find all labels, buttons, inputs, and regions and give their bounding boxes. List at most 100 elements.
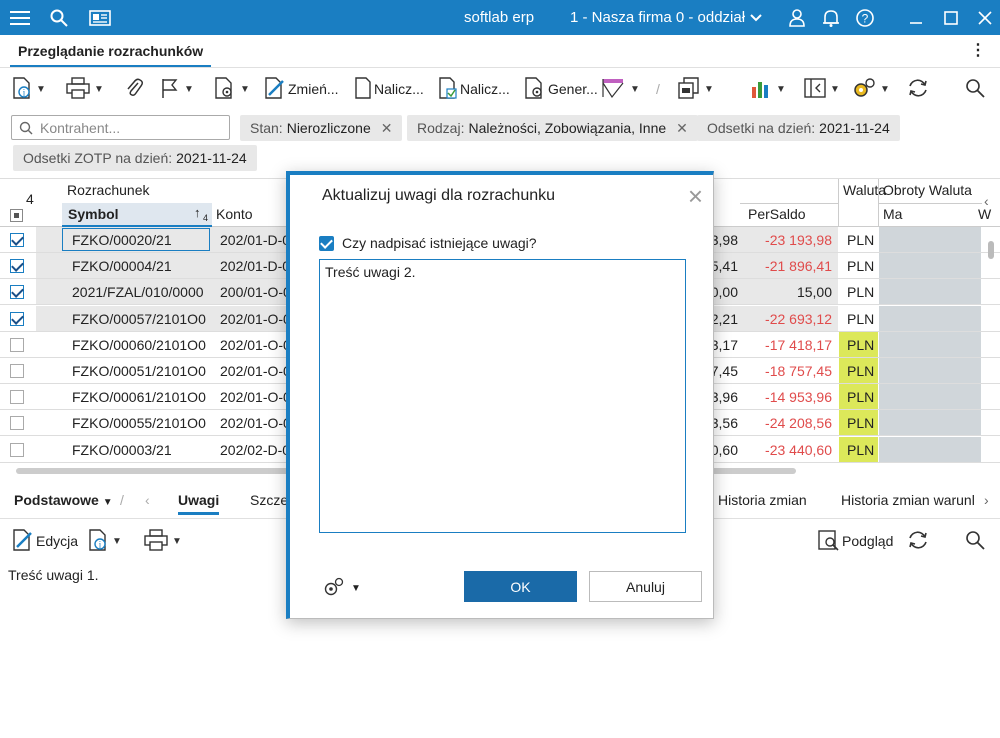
row-checkbox[interactable] — [10, 364, 24, 378]
column-header-symbol[interactable]: Symbol ↑ 4 — [62, 203, 212, 227]
edit-button-label: Edycja — [36, 533, 79, 549]
dialog-settings-button[interactable]: ▼ — [323, 577, 361, 600]
maximize-icon[interactable] — [939, 0, 963, 35]
tab-notes[interactable]: Uwagi — [178, 492, 220, 515]
column-header-ma[interactable]: Ma — [883, 206, 902, 222]
column-header-persaldo[interactable]: PerSaldo — [748, 206, 806, 222]
chevron-down-icon: ▼ — [102, 497, 113, 508]
brand-name: softlab erp — [464, 9, 535, 26]
close-icon[interactable]: ✕ — [676, 120, 688, 137]
filter-chip-type[interactable]: Rodzaj: Należności, Zobowiązania, Inne ✕ — [407, 115, 698, 141]
cell-konto: 202/01-D-0 — [220, 258, 290, 275]
document-settings-button[interactable]: ▼ — [214, 70, 250, 108]
info-document-button[interactable]: i ▼ — [12, 70, 46, 108]
cell-waluta: PLN — [847, 363, 875, 379]
chip-value: 2021-11-24 — [176, 150, 247, 166]
overwrite-checkbox[interactable] — [319, 236, 334, 251]
filter-chip-interest[interactable]: Odsetki na dzień: 2021-11-24 — [697, 115, 900, 141]
preview-button-label: Podgląd — [842, 533, 894, 549]
tab-history-conditions[interactable]: Historia zmian warunl — [841, 492, 975, 508]
vertical-scrollbar[interactable] — [986, 227, 996, 467]
preview-button[interactable]: Podgląd — [818, 522, 893, 560]
user-icon[interactable] — [786, 0, 808, 35]
chevron-down-icon: ▼ — [351, 583, 361, 594]
row-checkbox[interactable] — [10, 259, 24, 274]
column-label: Symbol — [68, 206, 119, 222]
edit-pencil-icon — [264, 76, 286, 102]
company-selector[interactable]: 1 - Nasza firma 0 - oddział — [570, 9, 745, 26]
minimize-icon[interactable] — [904, 0, 928, 35]
flag-button[interactable]: ▼ — [160, 70, 194, 108]
document-gear-icon — [214, 76, 236, 102]
chevron-left-icon[interactable]: ‹ — [145, 492, 150, 508]
cell-konto: 202/01-D-0 — [220, 232, 290, 248]
paperclip-icon — [124, 77, 144, 102]
overwrite-label: Czy nadpisać istniejące uwagi? — [342, 235, 537, 251]
cell-persaldo: -23 193,98 — [765, 232, 832, 248]
contractor-search-input[interactable]: Kontrahent... — [11, 115, 230, 140]
info-button[interactable]: i ▼ — [88, 522, 122, 560]
generate-button-label: Gener... — [548, 81, 598, 97]
refresh-icon — [906, 77, 930, 102]
column-header-waluta[interactable]: Waluta — [843, 182, 886, 198]
search-toolbar-button[interactable] — [964, 522, 986, 560]
chevron-down-icon[interactable] — [748, 0, 764, 35]
column-header-konto[interactable]: Konto — [216, 206, 253, 222]
more-vertical-icon[interactable]: ⋮ — [970, 43, 986, 59]
close-icon[interactable]: × — [688, 183, 703, 209]
close-window-icon[interactable] — [973, 0, 997, 35]
chevron-right-icon[interactable]: › — [984, 492, 989, 508]
chart-button[interactable]: ▼ — [750, 70, 786, 108]
preview-icon — [818, 529, 840, 554]
row-checkbox[interactable] — [10, 442, 24, 457]
edit-button[interactable]: Edycja — [12, 522, 78, 560]
help-icon[interactable]: ? — [854, 0, 876, 35]
filter-chip-interest-zotp[interactable]: Odsetki ZOTP na dzień: 2021-11-24 — [13, 145, 257, 171]
chevron-left-icon[interactable]: ‹ — [984, 193, 989, 209]
cell-waluta: PLN — [847, 336, 875, 353]
copy-button[interactable]: ▼ — [678, 70, 714, 108]
refresh-icon — [906, 529, 930, 554]
change-button[interactable]: Zmień... — [264, 70, 339, 108]
attach-button[interactable] — [124, 70, 144, 108]
settings-button[interactable]: ▼ — [852, 70, 890, 108]
search-icon — [964, 529, 986, 554]
tab-details[interactable]: Szcze — [250, 492, 288, 508]
tab-browse-settlements[interactable]: Przeglądanie rozrachunków — [10, 35, 212, 68]
close-icon[interactable]: ✕ — [381, 120, 393, 137]
search-toolbar-button[interactable] — [964, 70, 986, 108]
row-checkbox[interactable] — [10, 233, 24, 247]
calculate-button-2[interactable]: Nalicz... — [438, 70, 510, 108]
change-button-label: Zmień... — [288, 81, 339, 97]
tab-history[interactable]: Historia zmian — [718, 492, 807, 508]
row-checkbox[interactable] — [10, 416, 24, 431]
row-checkbox[interactable] — [10, 311, 24, 326]
cell-waluta: PLN — [847, 232, 875, 248]
format-button[interactable]: ▼ — [602, 70, 640, 108]
bell-icon[interactable] — [820, 0, 842, 35]
search-icon[interactable] — [48, 0, 70, 35]
ok-button[interactable]: OK — [464, 571, 577, 602]
calculate-button-1[interactable]: Nalicz... — [354, 70, 424, 108]
cancel-button[interactable]: Anuluj — [589, 571, 702, 602]
row-checkbox[interactable] — [10, 337, 24, 352]
row-checkbox[interactable] — [10, 390, 24, 405]
tab-basic[interactable]: Podstawowe ▼ — [14, 492, 113, 508]
refresh-button[interactable] — [906, 70, 930, 108]
generate-button[interactable]: Gener... — [524, 70, 598, 108]
cell-symbol: FZKO/00057/2101O03 — [72, 310, 206, 327]
column-header-obroty[interactable]: Obroty Waluta — [883, 182, 972, 198]
print-button[interactable]: ▼ — [66, 70, 104, 108]
cell-persaldo: 15,00 — [796, 284, 832, 301]
select-all-checkbox[interactable] — [10, 209, 23, 222]
row-checkbox[interactable] — [10, 285, 24, 300]
news-icon[interactable] — [88, 0, 112, 35]
cell-waluta: PLN — [847, 441, 875, 458]
refresh-button[interactable] — [906, 522, 930, 560]
filter-chip-status[interactable]: Stan: Nierozliczone ✕ — [240, 115, 403, 141]
notes-textarea[interactable]: Treść uwagi 2. — [319, 259, 686, 533]
layout-button[interactable]: ▼ — [804, 70, 840, 108]
hamburger-menu-icon[interactable] — [8, 0, 32, 35]
cell-symbol: FZKO/00061/2101O03 — [72, 389, 206, 406]
print-button[interactable]: ▼ — [144, 522, 182, 560]
